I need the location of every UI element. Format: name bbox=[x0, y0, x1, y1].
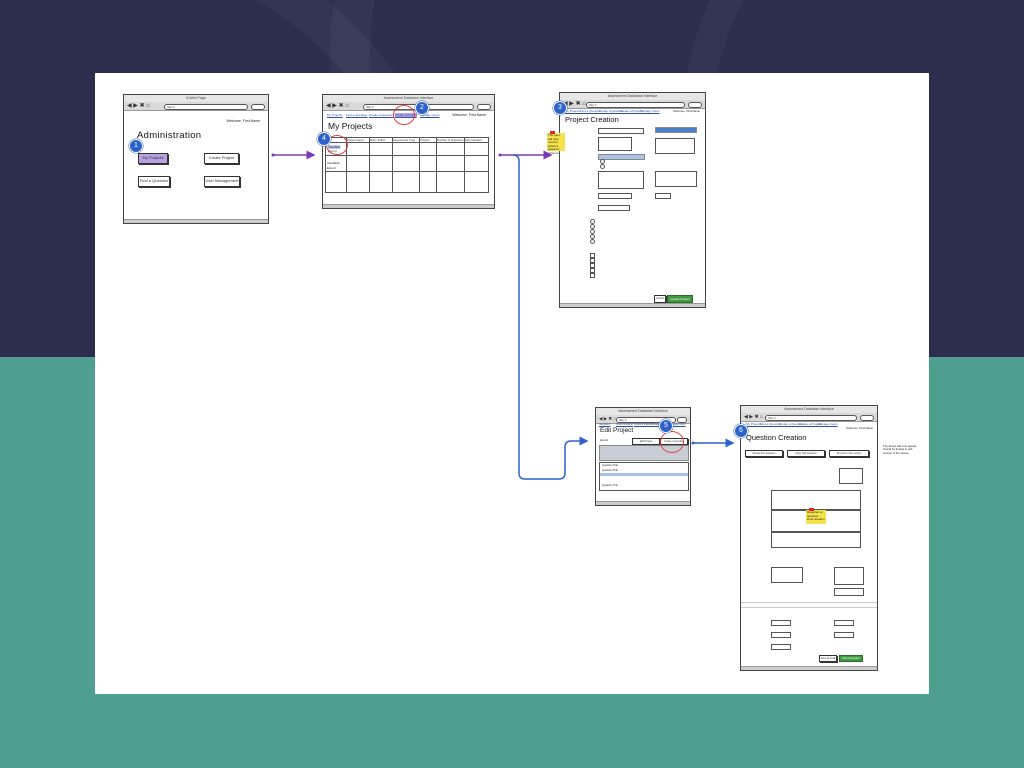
arrow-projects-to-edit bbox=[512, 154, 589, 480]
arrow-edit-to-question bbox=[691, 438, 735, 448]
arrow-admin-to-projects bbox=[271, 150, 316, 160]
flow-board: A Web Page ◀ ▶ ✖ ⌂ http:// Welcome, Firs… bbox=[95, 73, 929, 694]
flow-arrows bbox=[271, 150, 735, 480]
arrow-projects-to-creation bbox=[498, 150, 553, 160]
